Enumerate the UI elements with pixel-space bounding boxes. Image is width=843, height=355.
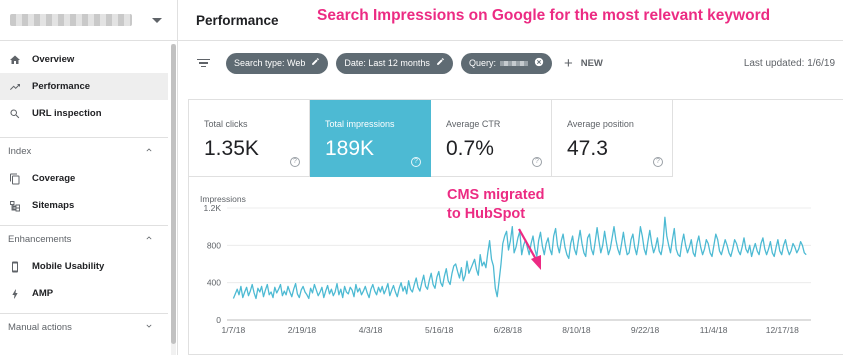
- edit-icon[interactable]: [311, 57, 320, 69]
- new-label: NEW: [580, 57, 603, 69]
- metric-label: Total impressions: [325, 119, 395, 129]
- section-enhancements[interactable]: Enhancements: [0, 225, 168, 253]
- home-icon: [8, 53, 22, 67]
- metric-average-ctr[interactable]: Average CTR 0.7% ?: [431, 100, 552, 177]
- migration-annotation: CMS migrated to HubSpot: [447, 186, 545, 224]
- sidebar-item-label: AMP: [32, 288, 54, 299]
- x-tick-label: 2/19/18: [288, 325, 317, 335]
- phone-icon: [8, 260, 22, 274]
- chip-label: Search type: Web: [234, 58, 306, 68]
- sidebar: Overview Performance URL inspection Inde…: [0, 0, 178, 355]
- chevron-up-icon: [144, 233, 154, 246]
- search-icon: [8, 107, 22, 121]
- help-icon[interactable]: ?: [532, 157, 542, 167]
- chip-label: Query:: [468, 58, 496, 68]
- metric-total-clicks[interactable]: Total clicks 1.35K ?: [189, 100, 310, 177]
- sidebar-item-label: Mobile Usability: [32, 261, 105, 272]
- sidebar-item-label: Overview: [32, 54, 75, 65]
- query-chip[interactable]: Query:: [460, 52, 552, 74]
- sidebar-item-mobile-usability[interactable]: Mobile Usability: [0, 253, 168, 280]
- scrollbar-thumb[interactable]: [171, 44, 176, 344]
- metric-label: Average CTR: [446, 119, 501, 129]
- y-tick-label: 800: [207, 240, 221, 250]
- y-tick-label: 400: [207, 278, 221, 288]
- x-tick-label: 5/16/18: [425, 325, 454, 335]
- annotation-line: to HubSpot: [447, 206, 526, 222]
- page-header: Performance Search Impressions on Google…: [178, 0, 843, 41]
- x-tick-label: 1/7/18: [222, 325, 246, 335]
- sidebar-item-url-inspection[interactable]: URL inspection: [0, 100, 168, 127]
- bolt-icon: [8, 287, 22, 301]
- chevron-up-icon: [144, 145, 154, 158]
- new-filter-button[interactable]: + NEW: [564, 55, 603, 72]
- filter-bar: Search type: Web Date: Last 12 months Qu…: [178, 44, 843, 82]
- x-tick-label: 6/28/18: [494, 325, 523, 335]
- filter-icon[interactable]: [196, 58, 210, 68]
- sitemap-icon: [8, 199, 22, 213]
- impressions-chart-area: Impressions 1.2K 800 400 0 1/7/18 2/19/18 4/3/…: [189, 177, 843, 355]
- page-title: Performance: [196, 12, 279, 28]
- query-value-redacted: [499, 60, 528, 66]
- sidebar-item-overview[interactable]: Overview: [0, 46, 168, 73]
- x-tick-label: 12/17/18: [766, 325, 799, 335]
- property-selector[interactable]: [0, 0, 178, 41]
- help-icon[interactable]: ?: [411, 157, 421, 167]
- trending-up-icon: [8, 80, 22, 94]
- x-tick-label: 4/3/18: [359, 325, 383, 335]
- sidebar-item-label: URL inspection: [32, 108, 102, 119]
- annotation-title: Search Impressions on Google for the mos…: [317, 7, 771, 24]
- metric-label: Average position: [567, 119, 634, 129]
- x-tick-label: 11/4/18: [700, 325, 728, 335]
- section-label: Manual actions: [8, 322, 72, 333]
- plus-icon: +: [563, 54, 573, 72]
- sidebar-item-sitemaps[interactable]: Sitemaps: [0, 192, 168, 219]
- sidebar-item-coverage[interactable]: Coverage: [0, 165, 168, 192]
- metric-total-impressions[interactable]: Total impressions 189K ?: [310, 100, 431, 177]
- app-root: Overview Performance URL inspection Inde…: [0, 0, 843, 355]
- metric-average-position[interactable]: Average position 47.3 ?: [552, 100, 673, 177]
- sidebar-item-amp[interactable]: AMP: [0, 280, 168, 307]
- sidebar-item-performance[interactable]: Performance: [0, 73, 168, 100]
- property-name-redacted: [10, 14, 132, 26]
- help-icon[interactable]: ?: [653, 157, 663, 167]
- sidebar-item-label: Performance: [32, 81, 91, 92]
- date-chip[interactable]: Date: Last 12 months: [336, 52, 453, 74]
- section-manual-actions[interactable]: Manual actions: [0, 313, 168, 341]
- caret-down-icon: [152, 17, 162, 23]
- sidebar-nav: Overview Performance URL inspection Inde…: [0, 46, 168, 341]
- metric-label: Total clicks: [204, 119, 248, 129]
- last-updated: Last updated: 1/6/19: [743, 57, 835, 69]
- annotation-line: CMS migrated: [447, 187, 545, 203]
- help-icon[interactable]: ?: [290, 157, 300, 167]
- y-tick-label: 0: [216, 315, 221, 325]
- sidebar-item-label: Sitemaps: [32, 200, 75, 211]
- search-type-chip[interactable]: Search type: Web: [226, 52, 329, 74]
- section-index[interactable]: Index: [0, 137, 168, 165]
- section-label: Index: [8, 146, 32, 157]
- section-label: Enhancements: [8, 234, 72, 245]
- sidebar-scrollbar[interactable]: [171, 44, 176, 355]
- edit-icon[interactable]: [436, 57, 445, 69]
- x-tick-label: 9/22/18: [631, 325, 660, 335]
- close-circle-icon[interactable]: [534, 57, 544, 70]
- chevron-down-icon: [144, 321, 154, 334]
- y-tick-label: 1.2K: [204, 203, 222, 213]
- x-tick-label: 8/10/18: [562, 325, 591, 335]
- annotation-arrow-head: [531, 255, 541, 270]
- copy-icon: [8, 172, 22, 186]
- metric-tiles: Total clicks 1.35K ? Total impressions 1…: [189, 100, 843, 177]
- chip-label: Date: Last 12 months: [344, 58, 430, 68]
- performance-card: Total clicks 1.35K ? Total impressions 1…: [188, 99, 843, 355]
- sidebar-item-label: Coverage: [32, 173, 76, 184]
